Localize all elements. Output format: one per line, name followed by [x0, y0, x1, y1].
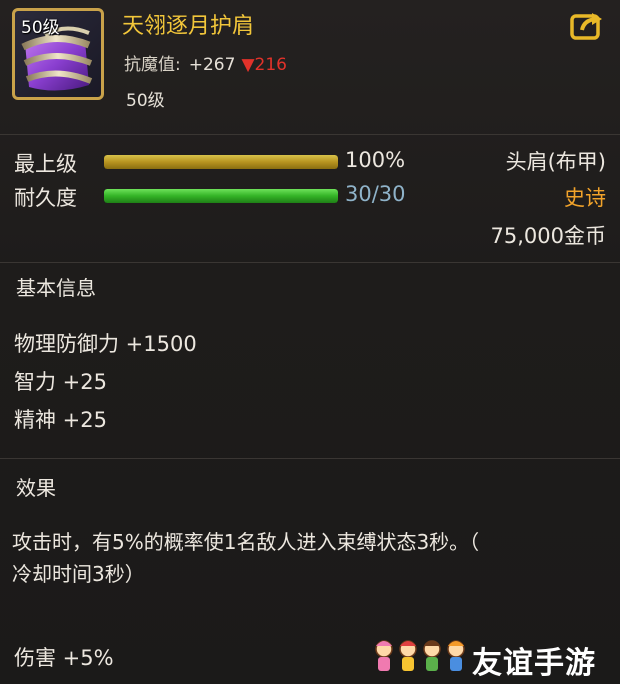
upgrade-bar — [104, 155, 338, 169]
share-export-icon[interactable] — [570, 10, 604, 40]
magic-resist-diff: 216 — [254, 55, 287, 75]
upgrade-bar-fill — [104, 155, 338, 169]
durability-bar-fill — [104, 189, 338, 203]
upgrade-value: 100% — [345, 148, 406, 172]
watermark-text: 友谊手游 — [472, 646, 596, 681]
kids-logo-icon — [375, 640, 465, 671]
down-arrow-icon: ▼ — [241, 55, 255, 75]
upgrade-label: 最上级 — [14, 152, 77, 176]
damage-bonus: 伤害 +5% — [14, 646, 114, 670]
durability-bar — [104, 189, 338, 203]
durability-label: 耐久度 — [14, 186, 77, 210]
effect-line: 冷却时间3秒） — [12, 562, 145, 586]
divider — [0, 458, 620, 459]
magic-resist-label: 抗魔值: — [124, 55, 181, 75]
item-icon-level: 50级 — [21, 18, 60, 38]
site-watermark: 友谊手游 — [372, 636, 616, 681]
item-tooltip-panel: 50级 天翎逐月护肩 抗魔值: +267 ▼216 50级 最上级 100% 耐… — [0, 0, 620, 684]
stat-line: 精神 +25 — [14, 408, 107, 432]
item-icon-frame: 50级 — [12, 8, 104, 100]
magic-resist-compare: ▼216 — [241, 55, 287, 75]
effect-description: 攻击时，有5%的概率使1名敌人进入束缚状态3秒。（ 冷却时间3秒） — [12, 526, 602, 590]
stat-line: 智力 +25 — [14, 370, 107, 394]
equipment-slot: 头肩(布甲) — [505, 150, 606, 174]
effect-line: 攻击时，有5%的概率使1名敌人进入束缚状态3秒。（ — [12, 530, 480, 554]
divider — [0, 262, 620, 263]
item-quality: 史诗 — [564, 186, 606, 210]
basic-info-title: 基本信息 — [16, 276, 96, 300]
divider — [0, 134, 620, 135]
effect-title: 效果 — [16, 476, 56, 500]
durability-value: 30/30 — [345, 182, 406, 206]
item-name: 天翎逐月护肩 — [122, 14, 255, 39]
magic-resist-value: +267 — [188, 55, 236, 75]
item-level: 50级 — [126, 91, 165, 111]
magic-resist-row: 抗魔值: +267 ▼216 — [124, 50, 287, 75]
item-price: 75,000金币 — [490, 224, 606, 248]
stat-line: 物理防御力 +1500 — [14, 332, 197, 356]
